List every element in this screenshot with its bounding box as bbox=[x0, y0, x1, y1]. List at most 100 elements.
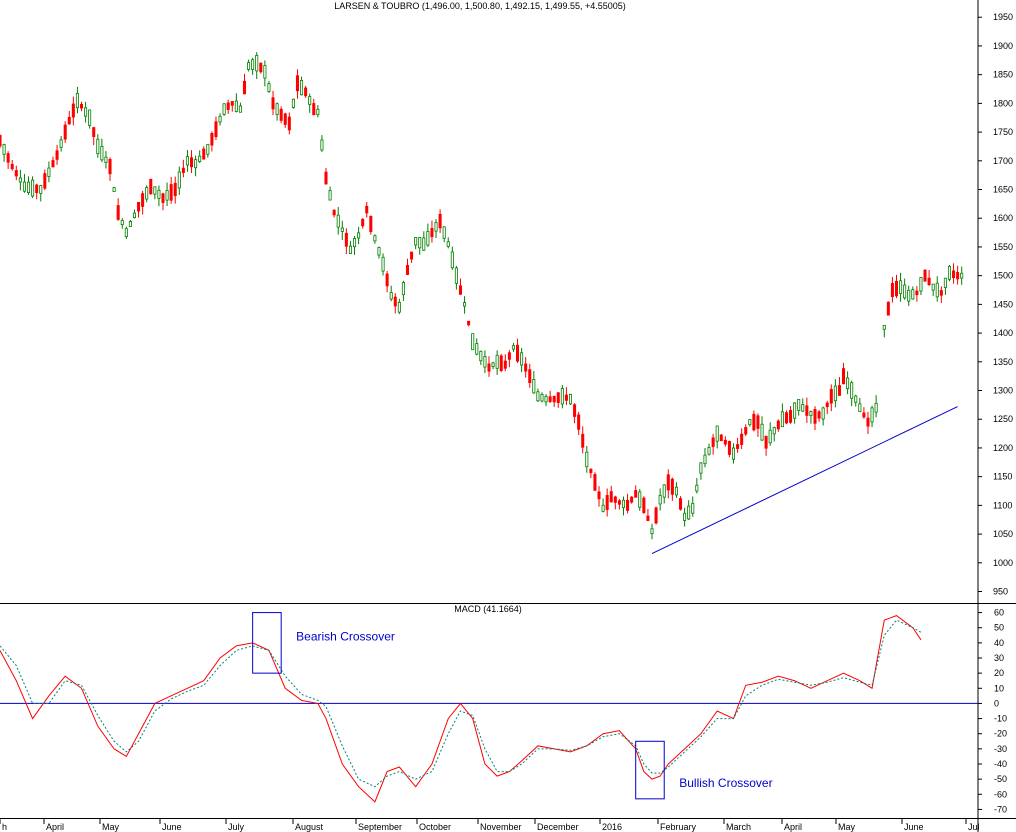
candle-body bbox=[805, 405, 809, 416]
candle-body bbox=[418, 237, 422, 249]
candle-body bbox=[157, 189, 161, 199]
candle-body bbox=[699, 462, 703, 474]
candle-body bbox=[854, 395, 858, 403]
x-tick-label: February bbox=[660, 822, 697, 832]
candle-body bbox=[568, 393, 573, 405]
candle-body bbox=[560, 388, 564, 405]
candle-body bbox=[149, 178, 153, 195]
price-y-tick-label: 1050 bbox=[993, 529, 1013, 539]
candle-body bbox=[956, 272, 960, 280]
candle-body bbox=[862, 412, 866, 418]
candle-body bbox=[271, 97, 275, 110]
candle-body bbox=[479, 350, 483, 362]
candle-body bbox=[304, 87, 308, 97]
candle-body bbox=[715, 425, 719, 442]
candle-body bbox=[638, 491, 642, 508]
candle-body bbox=[613, 496, 617, 503]
candle-body bbox=[511, 345, 515, 350]
candle-body bbox=[308, 96, 312, 105]
x-tick-label: October bbox=[419, 822, 451, 832]
candle-body bbox=[132, 212, 136, 219]
candle-body bbox=[348, 245, 352, 254]
candle-body bbox=[401, 282, 405, 296]
candle-body bbox=[931, 283, 935, 291]
candle-body bbox=[47, 167, 51, 177]
candle-body bbox=[112, 187, 116, 192]
candle-body bbox=[495, 354, 499, 369]
x-tick-label: h bbox=[2, 822, 7, 832]
macd-y-tick-label: -30 bbox=[994, 744, 1007, 754]
annotation-label: Bullish Crossover bbox=[679, 776, 772, 790]
candle-body bbox=[491, 362, 495, 367]
macd-y-tick-label: -20 bbox=[994, 729, 1007, 739]
candle-body bbox=[316, 108, 320, 116]
candle-body bbox=[516, 344, 520, 362]
candle-body bbox=[300, 79, 304, 96]
candle-body bbox=[27, 181, 31, 193]
macd-y-tick-label: -60 bbox=[994, 789, 1007, 799]
candle-body bbox=[907, 289, 911, 302]
price-y-tick-label: 1850 bbox=[993, 70, 1013, 80]
candle-body bbox=[740, 433, 744, 445]
macd-y-tick-label: 0 bbox=[994, 698, 999, 708]
candle-body bbox=[340, 227, 344, 232]
candle-body bbox=[442, 226, 446, 239]
candle-body bbox=[471, 333, 475, 351]
candle-body bbox=[679, 498, 683, 510]
candle-body bbox=[353, 238, 357, 248]
candle-body bbox=[369, 215, 373, 233]
candle-body bbox=[454, 267, 458, 284]
candle-body bbox=[483, 356, 487, 368]
candle-body bbox=[723, 439, 727, 445]
candle-body bbox=[520, 352, 524, 366]
candle-body bbox=[218, 115, 222, 123]
candle-body bbox=[911, 289, 915, 300]
candle-body bbox=[6, 153, 10, 163]
candle-body bbox=[259, 62, 263, 73]
candle-body bbox=[35, 184, 39, 194]
candle-body bbox=[564, 394, 568, 401]
candle-body bbox=[389, 292, 393, 300]
price-y-tick-label: 1550 bbox=[993, 242, 1013, 252]
candle-body bbox=[499, 355, 503, 372]
candle-body bbox=[377, 247, 381, 256]
candle-body bbox=[365, 205, 369, 214]
candle-body bbox=[18, 177, 22, 183]
candle-body bbox=[703, 454, 707, 465]
candle-body bbox=[768, 429, 772, 444]
candle-body bbox=[71, 103, 75, 118]
candle-body bbox=[120, 220, 124, 225]
candle-body bbox=[357, 232, 361, 239]
candle-body bbox=[414, 237, 418, 246]
price-chart-title: LARSEN & TOUBRO (1,496.00, 1,500.80, 1,4… bbox=[334, 1, 626, 11]
candle-body bbox=[833, 385, 837, 402]
price-y-tick-label: 1750 bbox=[993, 127, 1013, 137]
macd-y-tick-label: -50 bbox=[994, 774, 1007, 784]
candle-body bbox=[923, 269, 927, 282]
macd-y-tick-label: -10 bbox=[994, 714, 1007, 724]
candle-body bbox=[312, 103, 316, 116]
x-tick-label: May bbox=[838, 822, 856, 832]
candle-body bbox=[100, 146, 104, 161]
candle-body bbox=[295, 75, 299, 92]
candle-body bbox=[230, 101, 234, 106]
candle-body bbox=[556, 392, 560, 404]
x-tick-label: May bbox=[102, 822, 120, 832]
candle-body bbox=[430, 228, 434, 238]
macd-y-tick-label: 60 bbox=[994, 608, 1004, 618]
price-y-tick-label: 1250 bbox=[993, 414, 1013, 424]
candle-body bbox=[222, 103, 226, 115]
price-y-tick-label: 1450 bbox=[993, 299, 1013, 309]
x-tick-label: April bbox=[784, 822, 802, 832]
candle-body bbox=[846, 377, 850, 390]
candle-body bbox=[287, 116, 291, 131]
macd-y-tick-label: -40 bbox=[994, 759, 1007, 769]
candle-body bbox=[141, 193, 145, 207]
candle-body bbox=[548, 396, 552, 402]
candle-body bbox=[540, 393, 544, 402]
candle-body bbox=[825, 402, 829, 408]
price-y-tick-label: 1100 bbox=[993, 500, 1012, 510]
macd-y-tick-label: 10 bbox=[994, 683, 1004, 693]
candle-body bbox=[927, 277, 931, 286]
candle-body bbox=[51, 160, 55, 168]
